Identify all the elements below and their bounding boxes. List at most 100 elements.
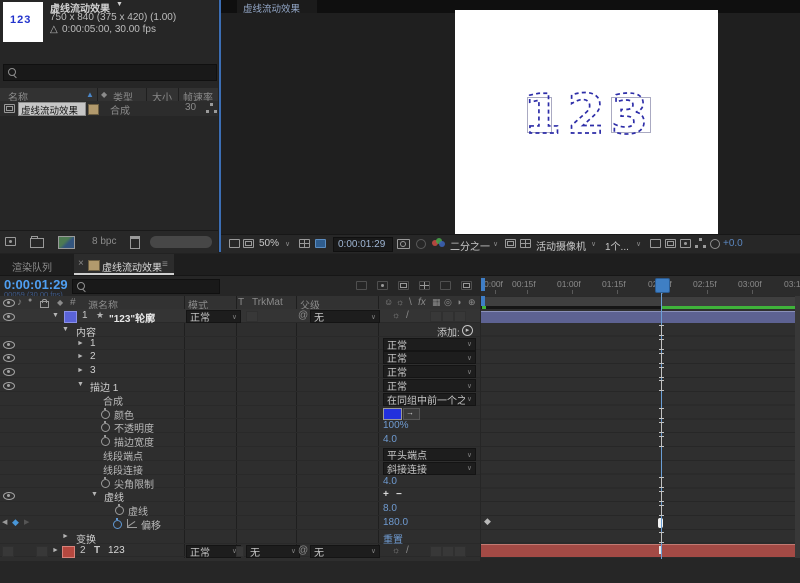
line-join-dropdown[interactable]: 斜接连接∨ [383, 462, 476, 475]
fast-preview-icon[interactable] [665, 239, 676, 248]
switch-cell[interactable] [454, 546, 466, 557]
navigator-start-bracket[interactable] [481, 278, 485, 291]
time-graph-bg[interactable] [481, 309, 795, 558]
resolution-value[interactable]: 二分之一 [450, 238, 490, 253]
stopwatch-icon[interactable] [101, 479, 110, 488]
comp-flowchart-icon[interactable] [695, 238, 706, 248]
color-swatch[interactable] [383, 408, 402, 420]
viewer-timecode-chip[interactable]: 0:00:01:29 [333, 237, 393, 252]
prev-keyframe-icon[interactable]: ◀ [2, 518, 7, 526]
layer-name[interactable]: 123 [108, 545, 125, 556]
mask-roi-icon[interactable] [315, 239, 326, 248]
switch-cell[interactable] [36, 546, 48, 557]
eye-icon[interactable] [3, 382, 15, 390]
twirl-icon[interactable]: ► [77, 340, 84, 347]
switch-cell[interactable] [430, 546, 442, 557]
switch-cell[interactable] [442, 546, 454, 557]
col-trkmat[interactable]: TrkMat [252, 297, 283, 308]
keyframe-toggle-icon[interactable]: ◆ [12, 517, 19, 528]
camera-chevron-icon[interactable]: ∨ [591, 240, 596, 248]
sort-up-icon[interactable]: ▲ [86, 90, 94, 99]
timeline-search-input[interactable] [72, 279, 220, 294]
exposure-value[interactable]: +0.0 [723, 238, 743, 249]
tab-close-icon[interactable]: × [78, 258, 84, 269]
dashes-group-row[interactable]: ▼ 虚线 + − [0, 488, 480, 502]
color-property-row[interactable]: 颜色 → [0, 406, 480, 420]
stopwatch-icon[interactable] [101, 410, 110, 419]
threed-header-icon[interactable]: ⊕ [468, 297, 476, 308]
property-value[interactable]: 180.0 [383, 517, 408, 528]
index-column-icon[interactable]: # [70, 297, 76, 308]
interpret-footage-icon[interactable] [5, 237, 16, 246]
group-label[interactable]: 3 [90, 365, 96, 376]
dashed-outline-text[interactable]: 123 [524, 83, 655, 146]
composite-dropdown[interactable]: 在同组中前一个之上∨ [383, 393, 476, 406]
line-join-property-row[interactable]: 线段连接 斜接连接∨ [0, 461, 480, 475]
trkmat-well[interactable] [246, 311, 258, 322]
project-item-name-chip[interactable]: 虚线流动效果 [18, 102, 86, 116]
tab-comp-active[interactable]: × 虚线流动效果 ≡ [74, 254, 174, 275]
resolution-chevron-icon[interactable]: ∨ [493, 240, 498, 248]
solo-column-icon[interactable]: ● [28, 297, 32, 304]
vertical-scrollbar[interactable] [795, 296, 800, 558]
grid-guides-icon[interactable] [299, 239, 310, 248]
transform-group-row[interactable]: ► 变换 重置 [0, 530, 480, 544]
navigator-start-bracket2[interactable] [481, 296, 485, 306]
col-t[interactable]: T [238, 297, 244, 308]
line-cap-dropdown[interactable]: 平头端点∨ [383, 448, 476, 461]
show-channel-icon[interactable] [432, 238, 445, 248]
add-dash-button[interactable]: + [383, 489, 389, 500]
collapse-header-icon[interactable]: ☼ [396, 297, 404, 307]
blend-mode-dropdown[interactable]: 正常∨ [383, 338, 476, 351]
property-value[interactable]: 4.0 [383, 434, 397, 445]
blend-mode-dropdown[interactable]: 正常∨ [383, 351, 476, 364]
dash-property-row[interactable]: 虚线 8.0 [0, 502, 480, 516]
eye-icon[interactable] [3, 492, 15, 500]
switch-cell[interactable] [442, 311, 454, 322]
timeline-button-icon[interactable] [680, 239, 691, 248]
property-value[interactable]: 100% [383, 420, 409, 431]
blend-mode-dropdown[interactable]: 正常∨ [383, 379, 476, 392]
twirl-icon[interactable]: ▼ [77, 381, 84, 388]
hide-shy-icon[interactable] [398, 281, 409, 290]
miter-limit-property-row[interactable]: 尖角限制 4.0 [0, 475, 480, 489]
quality-header-icon[interactable]: \ [409, 297, 412, 308]
magnification-value[interactable]: 50% [259, 238, 279, 249]
layer1-duration-bar[interactable] [481, 311, 795, 323]
fx-header-icon[interactable]: fx [418, 297, 426, 308]
stopwatch-icon[interactable] [101, 423, 110, 432]
adjustment-header-icon[interactable]: ◑ [456, 297, 461, 307]
draft-3d-icon[interactable] [377, 281, 388, 290]
twirl-icon[interactable]: ▼ [62, 326, 69, 333]
show-snapshot-icon[interactable] [416, 239, 426, 249]
stopwatch-icon[interactable] [101, 437, 110, 446]
opacity-property-row[interactable]: 不透明度 100% [0, 419, 480, 433]
trash-icon[interactable] [130, 236, 140, 249]
composite-property-row[interactable]: 合成 在同组中前一个之上∨ [0, 392, 480, 406]
twirl-icon[interactable]: ▼ [91, 491, 98, 498]
motion-blur-icon[interactable] [440, 281, 451, 290]
shape-group-row-3[interactable]: ► 3 正常∨ [0, 364, 480, 378]
frame-blend-icon[interactable] [419, 281, 430, 290]
parent-dropdown[interactable]: 无∨ [310, 310, 380, 323]
eye-icon[interactable] [3, 368, 15, 376]
twirl-icon[interactable]: ► [62, 533, 69, 540]
group-label[interactable]: 1 [90, 338, 96, 349]
motion-blur-header-icon[interactable]: ◎ [444, 297, 452, 308]
bpc-label[interactable]: 8 bpc [92, 236, 116, 247]
lock-column-icon[interactable] [40, 301, 49, 308]
project-item-row[interactable]: 虚线流动效果 合成 30 [0, 101, 218, 116]
layer-mode-dropdown[interactable]: 正常∨ [186, 545, 241, 558]
region-of-interest-icon[interactable] [505, 239, 516, 248]
label-column-icon[interactable]: ◆ [57, 298, 63, 307]
view-count-value[interactable]: 1个... [605, 238, 629, 253]
frame-blend-header-icon[interactable]: ▦ [432, 297, 441, 308]
tab-menu-icon[interactable]: ≡ [162, 259, 168, 270]
collapse-switch-icon[interactable]: ☼ [392, 310, 400, 320]
new-folder-icon[interactable] [30, 238, 44, 248]
comp-name-caret-icon[interactable]: ▼ [116, 1, 123, 8]
blend-mode-dropdown[interactable]: 正常∨ [383, 365, 476, 378]
eye-icon[interactable] [3, 313, 15, 321]
tag-icon[interactable]: ◆ [101, 90, 107, 99]
pickwhip-icon[interactable]: @ [298, 545, 308, 556]
